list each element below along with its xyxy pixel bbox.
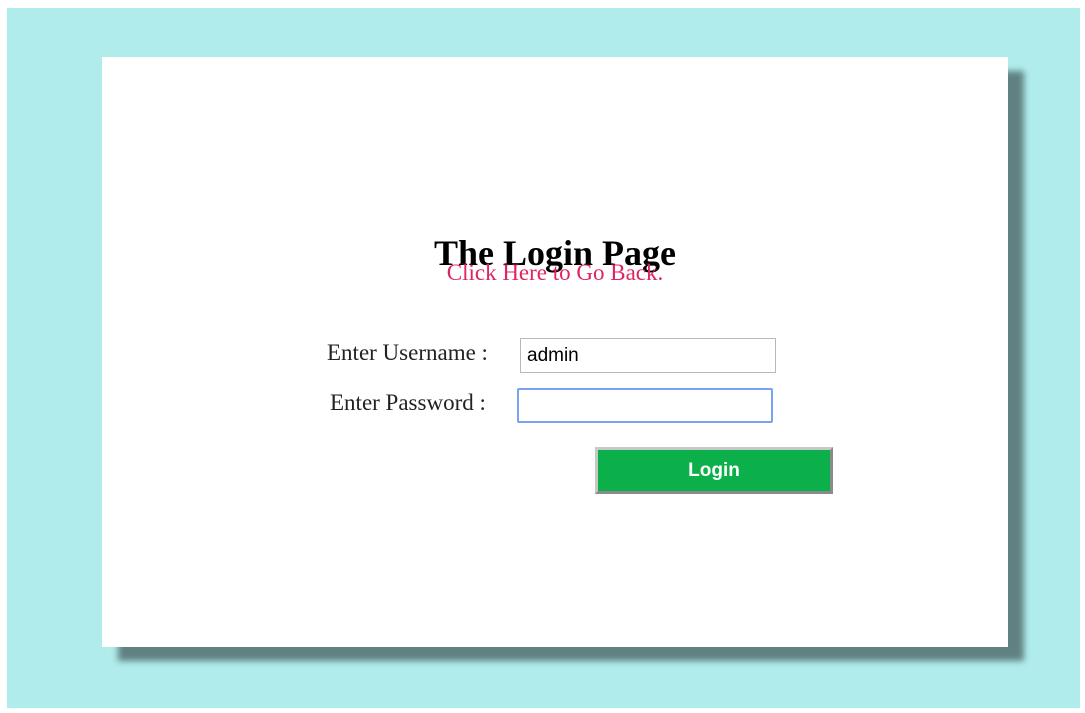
username-input[interactable] xyxy=(520,338,776,373)
page-background: The Login Page Click Here to Go Back. En… xyxy=(7,8,1080,708)
username-label: Enter Username : xyxy=(327,340,488,365)
login-button[interactable]: Login xyxy=(595,447,833,494)
go-back-link[interactable]: Click Here to Go Back. xyxy=(102,260,1008,286)
password-input[interactable] xyxy=(517,388,773,423)
password-label: Enter Password : xyxy=(330,390,486,415)
login-card: The Login Page Click Here to Go Back. En… xyxy=(102,57,1008,647)
